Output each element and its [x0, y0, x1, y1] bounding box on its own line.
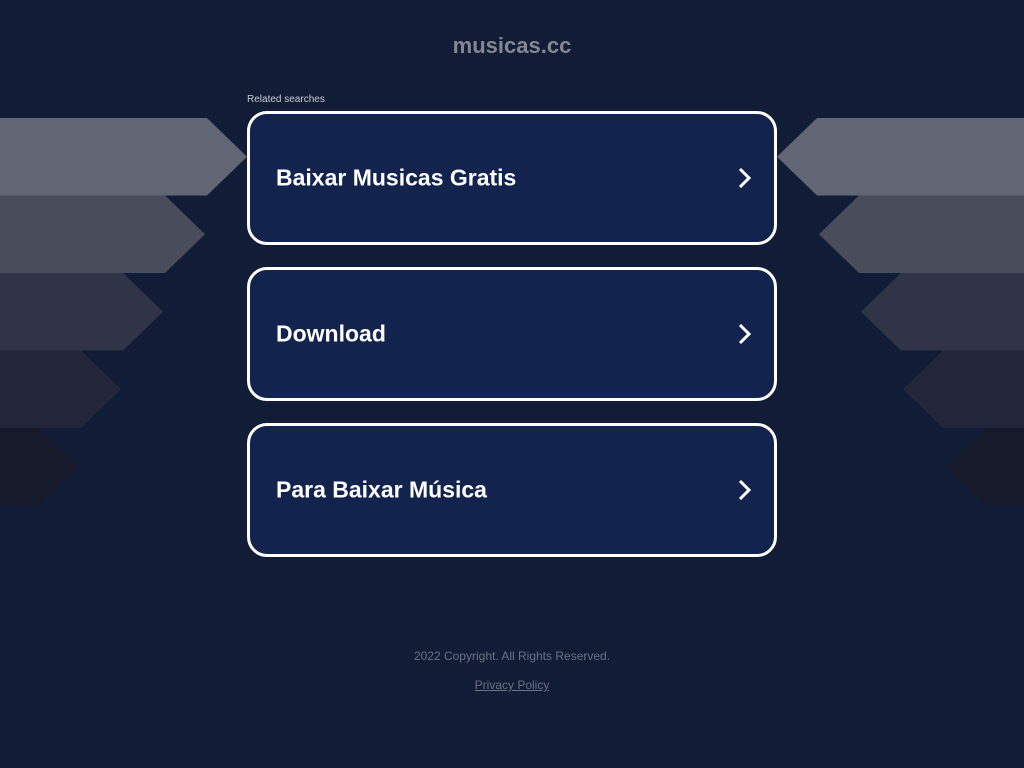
site-title: musicas.cc	[452, 33, 572, 58]
right-arrow-shape	[945, 428, 1024, 506]
link-label: Download	[276, 320, 386, 347]
privacy-policy-link[interactable]: Privacy Policy	[475, 678, 550, 692]
link-download[interactable]: Download	[247, 267, 777, 401]
chevron-right-icon	[738, 167, 752, 189]
chevron-right-icon	[738, 479, 752, 501]
related-searches-label: Related searches	[247, 94, 325, 105]
right-arrow-shape	[861, 273, 1024, 351]
right-arrow-shape	[819, 195, 1024, 273]
link-label: Baixar Musicas Gratis	[276, 164, 517, 191]
link-baixar-musicas-gratis[interactable]: Baixar Musicas Gratis	[247, 111, 777, 245]
link-para-baixar-musica[interactable]: Para Baixar Música	[247, 423, 777, 557]
link-label: Para Baixar Música	[276, 476, 487, 503]
left-arrow-shape	[0, 118, 247, 196]
left-arrow-shape	[0, 273, 163, 351]
copyright-text: 2022 Copyright. All Rights Reserved.	[413, 649, 611, 663]
left-arrow-shape	[0, 195, 205, 273]
chevron-right-icon	[738, 323, 752, 345]
right-arrow-shape	[777, 118, 1024, 196]
right-arrow-shape	[903, 350, 1024, 428]
left-arrow-shape	[0, 428, 79, 506]
left-arrow-shape	[0, 350, 121, 428]
